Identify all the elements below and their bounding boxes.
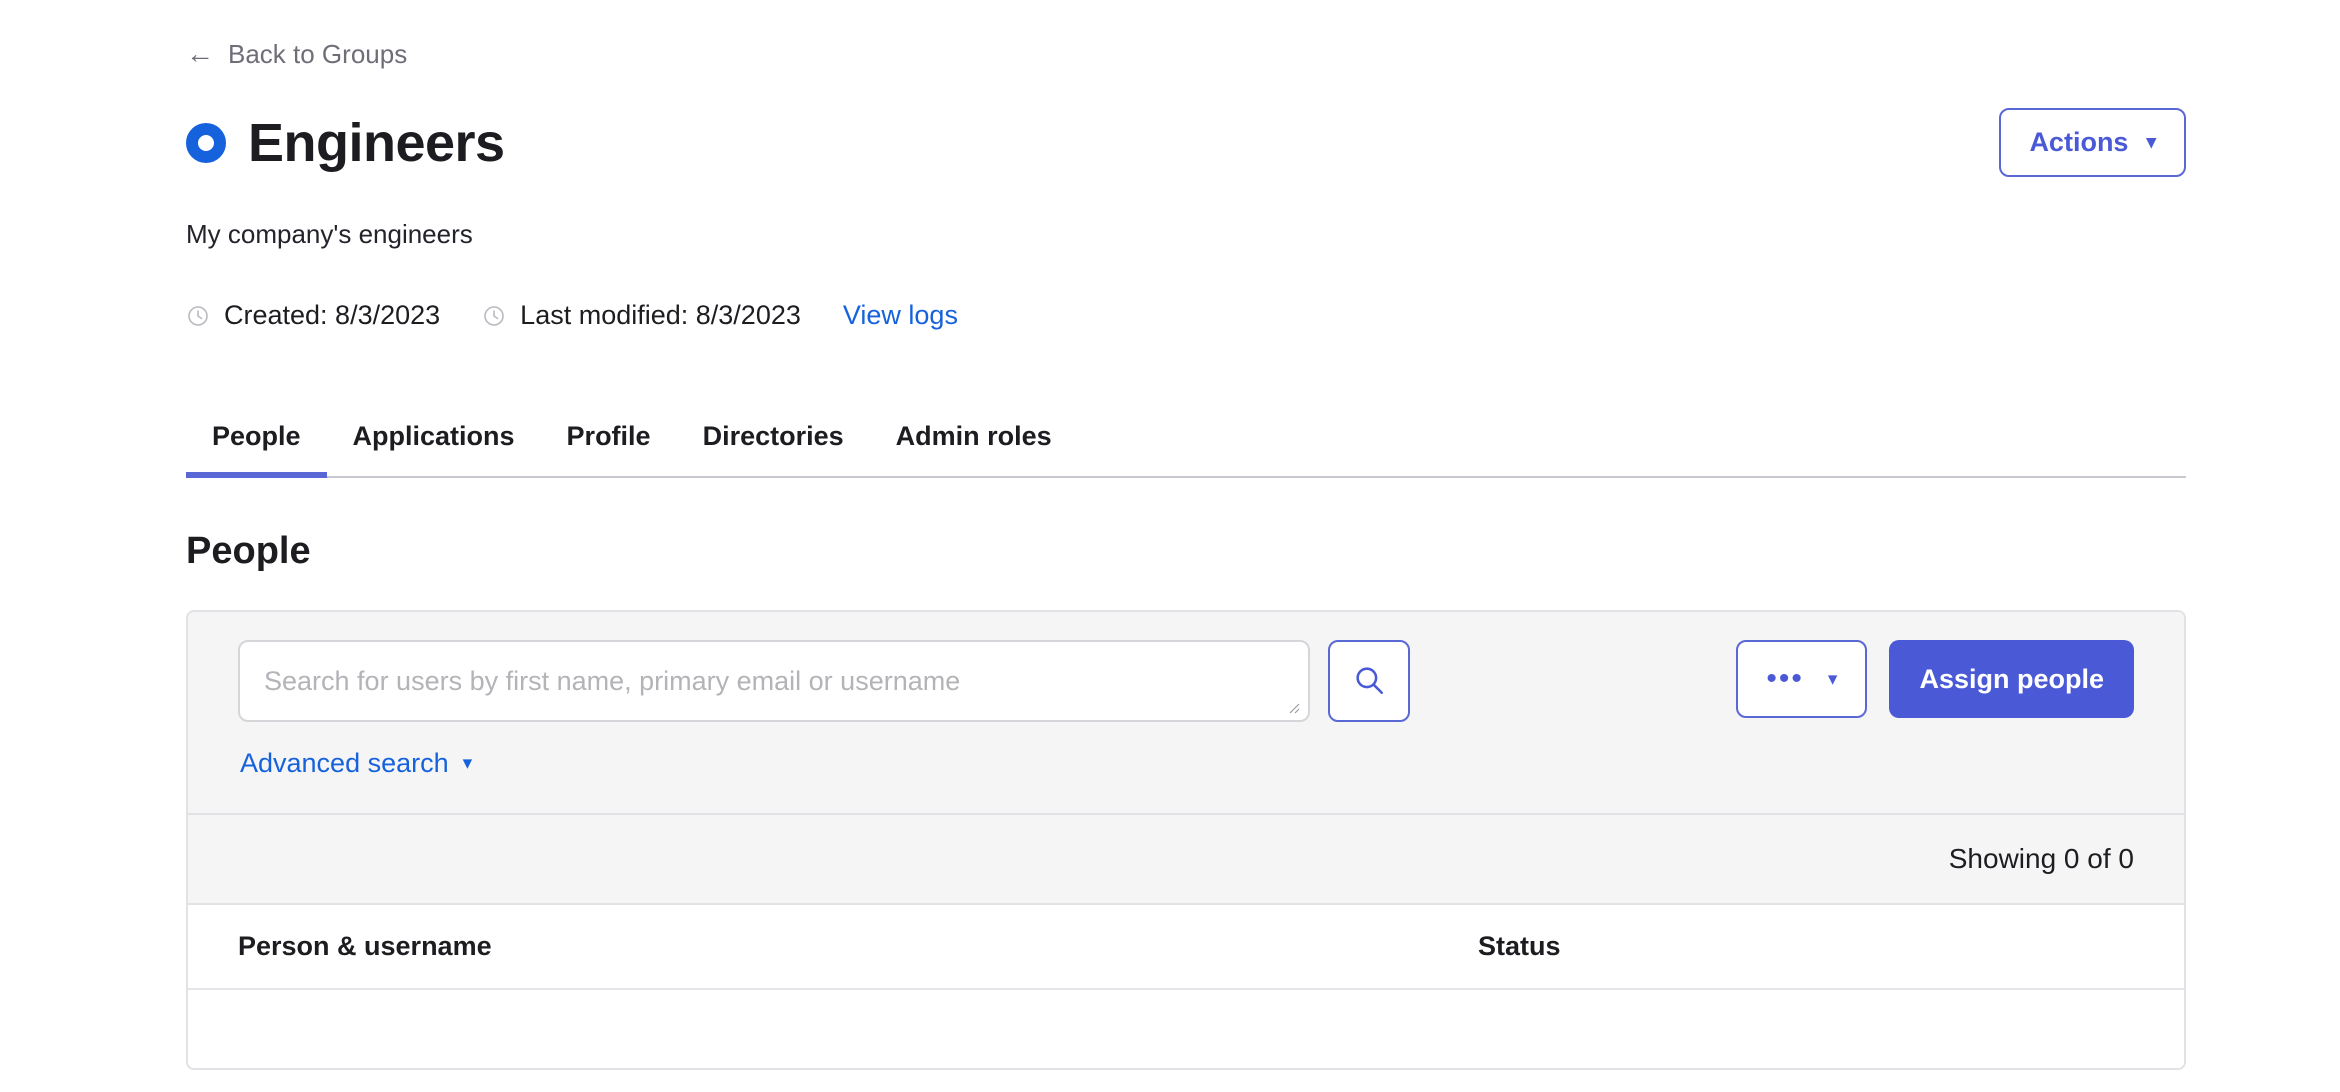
tab-profile[interactable]: Profile bbox=[541, 423, 677, 478]
page-title-row: Engineers Actions ▾ bbox=[186, 108, 2186, 177]
resize-handle[interactable] bbox=[1284, 698, 1300, 714]
actions-button[interactable]: Actions ▾ bbox=[1999, 108, 2186, 177]
more-actions-button[interactable]: ••• ▾ bbox=[1736, 640, 1868, 719]
search-icon bbox=[1352, 663, 1386, 700]
group-ring-icon bbox=[186, 122, 226, 163]
created-meta: Created: 8/3/2023 bbox=[186, 300, 440, 331]
chevron-down-icon: ▾ bbox=[1827, 668, 1838, 690]
search-input[interactable]: Search for users by first name, primary … bbox=[238, 640, 1310, 723]
tab-directories[interactable]: Directories bbox=[677, 423, 870, 478]
clock-icon bbox=[186, 304, 210, 328]
people-table-header: Person & username Status bbox=[188, 903, 2184, 989]
ellipsis-icon: ••• bbox=[1766, 662, 1804, 696]
people-toolbar: Search for users by first name, primary … bbox=[188, 612, 2184, 814]
tab-people[interactable]: People bbox=[186, 423, 327, 479]
search-button[interactable] bbox=[1328, 640, 1410, 723]
group-detail-page: ← Back to Groups Engineers Actions ▾ My … bbox=[0, 0, 2340, 1092]
toolbar-actions: ••• ▾ Assign people bbox=[1736, 640, 2134, 719]
back-to-groups-label: Back to Groups bbox=[228, 39, 408, 69]
chevron-down-icon: ▾ bbox=[2146, 132, 2156, 153]
page-content: ← Back to Groups Engineers Actions ▾ My … bbox=[0, 0, 2340, 1071]
actions-button-label: Actions bbox=[2029, 127, 2129, 157]
page-title: Engineers bbox=[248, 112, 505, 173]
assign-people-button[interactable]: Assign people bbox=[1889, 640, 2134, 719]
group-meta-row: Created: 8/3/2023 Last modified: 8/3/202… bbox=[186, 300, 2186, 331]
title-left-group: Engineers bbox=[186, 116, 505, 170]
people-panel: Search for users by first name, primary … bbox=[186, 610, 2186, 1071]
view-logs-link[interactable]: View logs bbox=[843, 300, 958, 331]
advanced-search-toggle[interactable]: Advanced search ▾ bbox=[240, 750, 1410, 777]
chevron-down-icon: ▾ bbox=[462, 753, 473, 775]
showing-count: Showing 0 of 0 bbox=[1948, 843, 2134, 875]
last-modified-label: Last modified: 8/3/2023 bbox=[520, 300, 801, 331]
tab-applications[interactable]: Applications bbox=[327, 423, 541, 478]
table-row-empty bbox=[188, 988, 2184, 1069]
arrow-left-icon: ← bbox=[186, 38, 214, 69]
back-to-groups-link[interactable]: ← Back to Groups bbox=[186, 40, 407, 68]
clock-icon bbox=[482, 304, 506, 328]
created-label: Created: 8/3/2023 bbox=[224, 300, 441, 331]
advanced-search-label: Advanced search bbox=[240, 748, 449, 779]
group-tabs: People Applications Profile Directories … bbox=[186, 423, 2186, 479]
modified-meta: Last modified: 8/3/2023 bbox=[482, 300, 801, 331]
section-heading-people: People bbox=[186, 530, 311, 573]
search-placeholder: Search for users by first name, primary … bbox=[264, 665, 961, 696]
result-count-row: Showing 0 of 0 bbox=[188, 813, 2184, 904]
column-header-person: Person & username bbox=[238, 931, 492, 962]
column-header-status: Status bbox=[1478, 931, 1561, 962]
tab-admin-roles[interactable]: Admin roles bbox=[870, 423, 1078, 478]
search-row: Search for users by first name, primary … bbox=[238, 640, 1410, 723]
search-area: Search for users by first name, primary … bbox=[238, 640, 1410, 777]
group-description: My company's engineers bbox=[186, 219, 473, 249]
